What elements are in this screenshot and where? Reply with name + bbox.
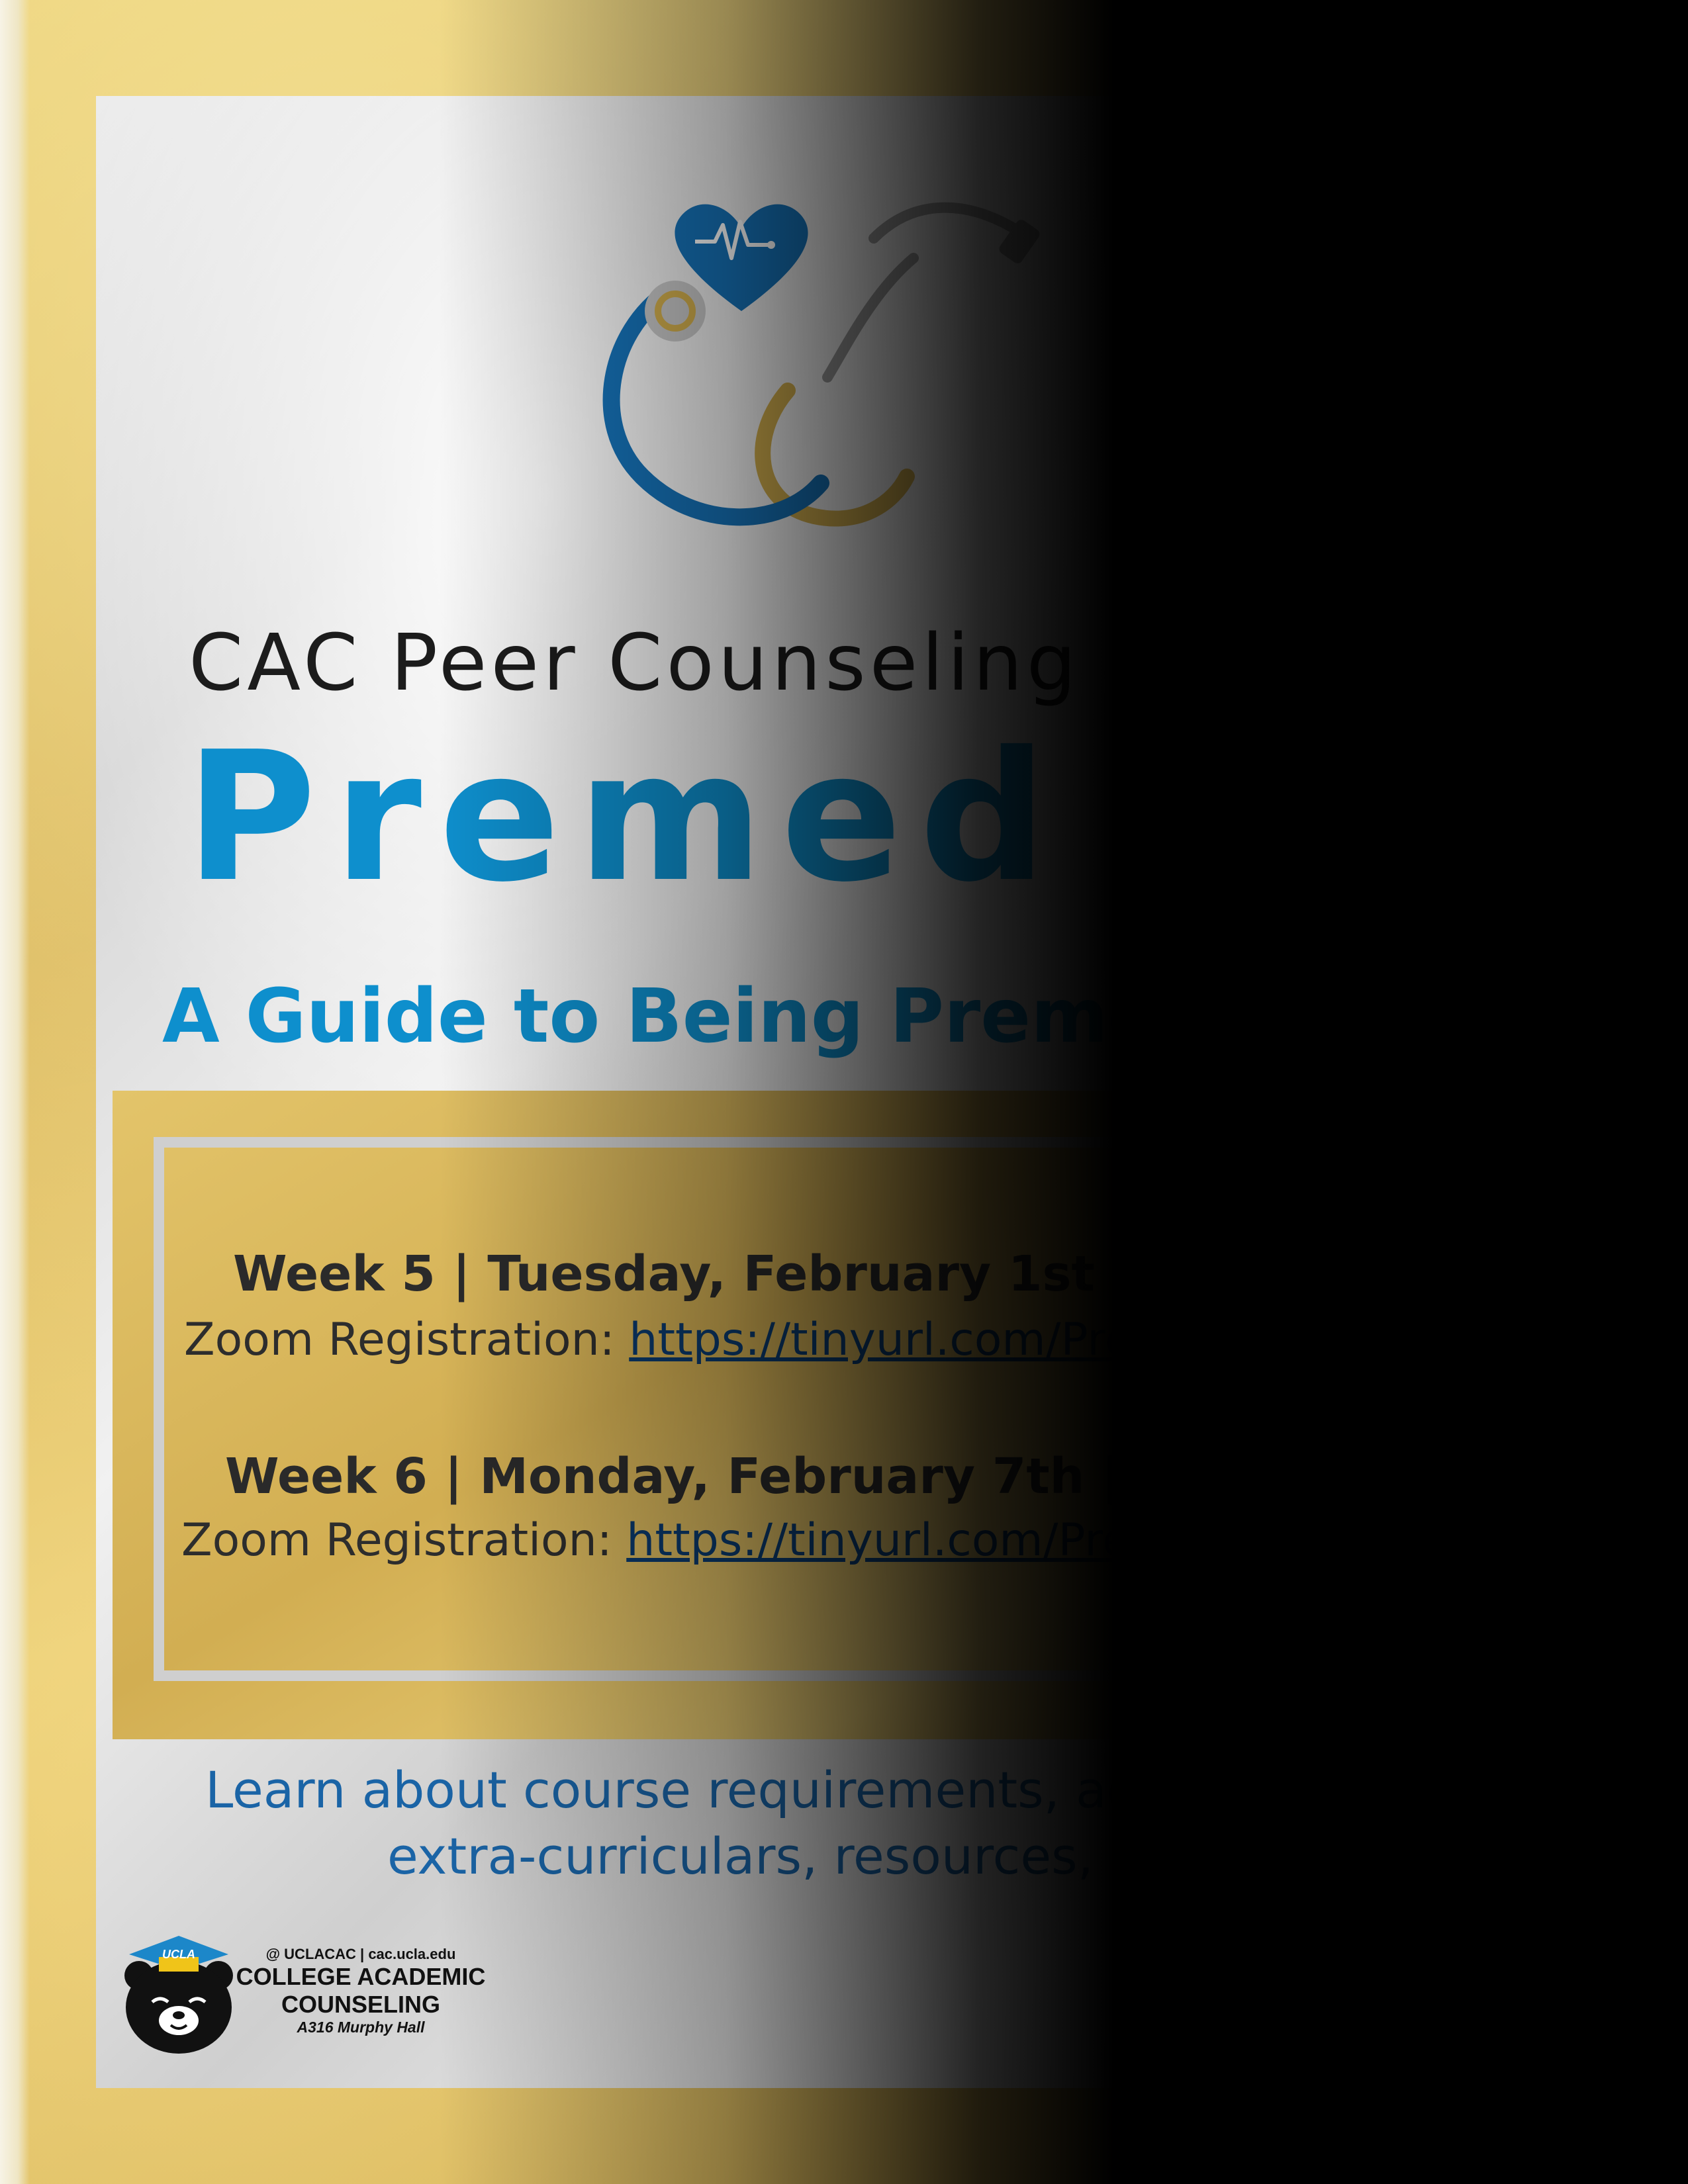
footer-org-line-1: COLLEGE ACADEMIC bbox=[236, 1963, 486, 1990]
series-title: CAC Peer Counseling P bbox=[189, 617, 1160, 708]
event-1-reg-label: Zoom Registration: bbox=[184, 1314, 630, 1366]
description-line-2: extra-curriculars, resources, and bbox=[387, 1827, 1205, 1886]
footer-org-line-2: COUNSELING bbox=[281, 1991, 440, 2018]
bruin-bear-icon: UCLA bbox=[124, 1936, 233, 2054]
event-1-registration: Zoom Registration: https://tinyurl.com/P… bbox=[184, 1314, 1133, 1366]
footer-location: A316 Murphy Hall bbox=[297, 2019, 425, 2036]
event-2-registration: Zoom Registration: https://tinyurl.com/P… bbox=[181, 1514, 1130, 1567]
torn-paper-edge bbox=[0, 0, 30, 2184]
tagline: A Guide to Being Premed bbox=[162, 974, 1212, 1060]
stethoscope-heart-icon bbox=[602, 202, 1040, 527]
footer-social: @ UCLACAC | cac.ucla.edu bbox=[265, 1946, 456, 1962]
event-2-heading: Week 6 | Monday, February 7th | 4:00 bbox=[225, 1448, 1259, 1505]
event-frame bbox=[154, 1137, 1595, 1681]
footer-org-info: @ UCLACAC | cac.ucla.edu COLLEGE ACADEMI… bbox=[228, 1946, 493, 2036]
page-title: Premed 1 bbox=[185, 713, 1286, 921]
cap-text: UCLA bbox=[162, 1948, 195, 1961]
event-2-reg-label: Zoom Registration: bbox=[181, 1514, 627, 1567]
event-1-heading: Week 5 | Tuesday, February 1st | 4:30 bbox=[233, 1246, 1269, 1302]
description-line-1: Learn about course requirements, adm bbox=[205, 1760, 1188, 1819]
event-2-reg-link[interactable]: https://tinyurl.com/Pre bbox=[626, 1514, 1129, 1567]
event-1-reg-link[interactable]: https://tinyurl.com/Pre bbox=[629, 1314, 1132, 1366]
